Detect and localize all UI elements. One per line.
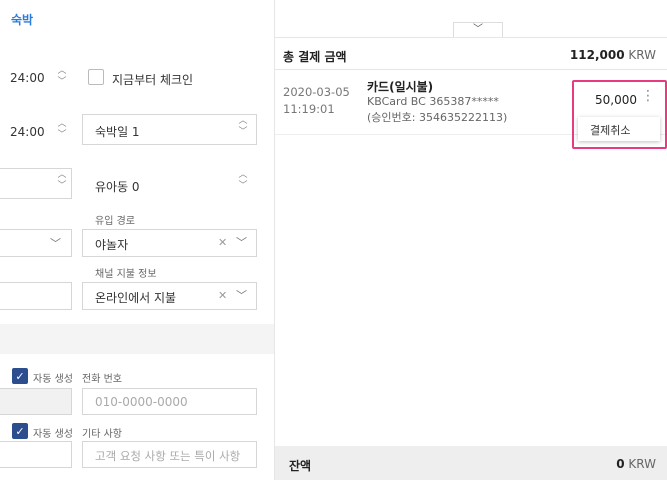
auto-gen-field-2[interactable]	[0, 441, 72, 468]
auto-gen-field-1	[0, 388, 72, 415]
balance-amount: 0 KRW	[616, 457, 656, 471]
etc-placeholder: 고객 요청 사항 또는 특이 사항	[95, 449, 241, 463]
balance-label: 잔액	[289, 459, 312, 473]
infant-value[interactable]: 유아동 0	[95, 178, 140, 195]
payment-panel: ﹀ 총 결제 금액 112,000 KRW 2020-03-05 11:19:0…	[274, 0, 667, 480]
nights-stepper[interactable]: ︿ ﹀	[233, 116, 253, 144]
chevron-down-icon[interactable]: ﹀	[233, 127, 253, 138]
section-title: 숙박	[11, 13, 34, 27]
checkin-time[interactable]: 24:00	[10, 71, 45, 85]
total-amount: 112,000 KRW	[569, 48, 656, 62]
payment-method: 카드(일시불)	[367, 80, 434, 94]
left-select[interactable]	[0, 229, 72, 257]
chevron-up-icon[interactable]: ︿	[52, 66, 72, 77]
payment-details: KBCard BC 365387***** (승인번호: 35463522211…	[367, 94, 507, 126]
auto-gen-checkbox-1[interactable]: ✓	[12, 368, 28, 384]
left-input[interactable]	[0, 282, 72, 310]
auto-gen-label-1: 자동 생성	[33, 374, 73, 385]
balance-row: 잔액 0 KRW	[275, 446, 667, 480]
chevron-up-icon[interactable]: ︿	[52, 170, 72, 181]
total-payment-row: 총 결제 금액 112,000 KRW	[275, 37, 667, 70]
card-info: KBCard BC 365387*****	[367, 95, 499, 108]
checkin-now-label: 지금부터 체크인	[112, 73, 194, 87]
chevron-down-icon[interactable]: ﹀	[52, 130, 72, 141]
adult-stepper[interactable]: ︿ ﹀	[52, 170, 72, 198]
collapse-toggle[interactable]: ﹀	[453, 22, 503, 38]
check-icon: ✓	[15, 370, 25, 383]
chevron-down-icon[interactable]: ﹀	[236, 287, 247, 303]
reservation-form-panel: 숙박 24:00 ︿ ﹀ 지금부터 체크인 24:00 ︿ ﹀ 숙박일 1 ︿ …	[0, 0, 274, 480]
channel-value: 온라인에서 지불	[95, 291, 177, 305]
auto-gen-label-2: 자동 생성	[33, 429, 73, 440]
clear-icon[interactable]: ✕	[218, 236, 227, 249]
nights-value: 숙박일 1	[95, 125, 140, 139]
auto-gen-checkbox-2[interactable]: ✓	[12, 423, 28, 439]
etc-label: 기타 사항	[82, 429, 122, 440]
clear-icon[interactable]: ✕	[218, 289, 227, 302]
cancel-payment-menu-item[interactable]: 결제취소	[578, 117, 660, 141]
chevron-up-icon[interactable]: ︿	[52, 119, 72, 130]
chevron-down-icon[interactable]: ﹀	[50, 235, 61, 251]
chevron-up-icon[interactable]: ︿	[233, 170, 253, 181]
inflow-value: 야놀자	[95, 238, 129, 252]
section-divider	[0, 324, 274, 354]
infant-stepper[interactable]: ︿ ﹀	[233, 170, 253, 198]
chevron-down-icon[interactable]: ﹀	[52, 77, 72, 88]
checkout-time-stepper[interactable]: ︿ ﹀	[52, 119, 72, 147]
approval-number: (승인번호: 354635222113)	[367, 111, 508, 124]
chevron-up-icon[interactable]: ︿	[233, 116, 253, 127]
chevron-down-icon[interactable]: ﹀	[52, 181, 72, 192]
checkin-time-stepper[interactable]: ︿ ﹀	[52, 66, 72, 94]
chevron-down-icon[interactable]: ﹀	[473, 24, 483, 35]
phone-placeholder: 010-0000-0000	[95, 395, 188, 409]
payment-datetime: 2020-03-05 11:19:01	[283, 85, 350, 116]
total-label: 총 결제 금액	[283, 50, 347, 64]
chevron-down-icon[interactable]: ﹀	[233, 181, 253, 192]
inflow-label: 유입 경로	[95, 216, 135, 227]
check-icon: ✓	[15, 425, 25, 438]
phone-label: 전화 번호	[82, 374, 122, 385]
checkout-time[interactable]: 24:00	[10, 125, 45, 139]
channel-label: 채널 지불 정보	[95, 269, 157, 280]
checkin-now-checkbox[interactable]	[88, 69, 104, 85]
chevron-down-icon[interactable]: ﹀	[236, 234, 247, 250]
